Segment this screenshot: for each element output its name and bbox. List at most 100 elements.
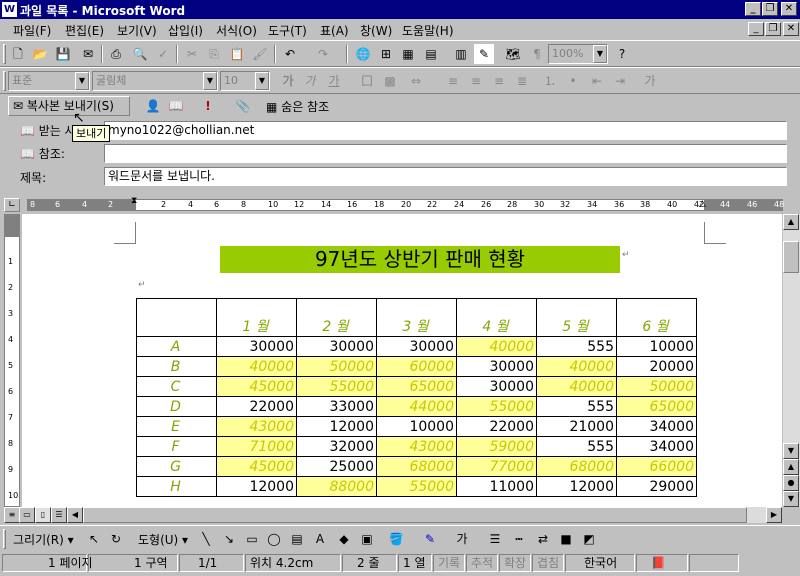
spelling-icon[interactable]: ✓ <box>153 44 173 64</box>
table-header-cell[interactable]: 1 월 <box>216 298 297 337</box>
table-cell[interactable]: 71000 <box>216 436 297 457</box>
table-header-cell[interactable] <box>136 298 217 337</box>
scroll-left-button[interactable]: ◀ <box>67 507 83 523</box>
table-cell[interactable]: 45000 <box>216 456 297 477</box>
table-header-cell[interactable]: 2 월 <box>296 298 377 337</box>
table-cell[interactable]: 45000 <box>216 376 297 397</box>
char-shading-icon[interactable]: ▩ <box>380 71 400 91</box>
draw-menu[interactable]: 그리기(R) ▾ <box>13 531 74 548</box>
minimize-button[interactable]: _ <box>745 2 761 16</box>
cut-icon[interactable]: ✂ <box>182 44 202 64</box>
toolbar-grip[interactable] <box>3 44 6 64</box>
table-cell[interactable]: 555 <box>536 396 617 417</box>
row-label-cell[interactable]: B <box>136 356 217 377</box>
arrow-icon[interactable]: ↘ <box>219 529 239 549</box>
row-label-cell[interactable]: E <box>136 416 217 437</box>
italic-icon[interactable]: 가 <box>300 71 320 91</box>
table-cell[interactable]: 25000 <box>296 456 377 477</box>
columns-icon[interactable]: ▥ <box>451 44 471 64</box>
bullets-icon[interactable]: • <box>563 71 583 91</box>
table-cell[interactable]: 68000 <box>536 456 617 477</box>
subject-field[interactable]: 워드문서를 보냅니다. <box>104 167 787 186</box>
fill-color-icon[interactable]: 🪣 <box>386 529 406 549</box>
scroll-thumb[interactable] <box>783 241 799 273</box>
table-cell[interactable]: 12000 <box>216 476 297 497</box>
table-cell[interactable]: 40000 <box>216 356 297 377</box>
table-cell[interactable]: 50000 <box>296 356 377 377</box>
table-cell[interactable]: 34000 <box>616 436 697 457</box>
table-cell[interactable]: 30000 <box>296 336 377 357</box>
word-app-icon[interactable]: W <box>2 2 17 17</box>
table-cell[interactable]: 68000 <box>376 456 457 477</box>
table-cell[interactable]: 30000 <box>456 376 537 397</box>
table-cell[interactable]: 10000 <box>616 336 697 357</box>
address-book-icon[interactable]: 📖 <box>20 147 35 161</box>
table-cell[interactable]: 55000 <box>376 476 457 497</box>
line-color-icon[interactable]: ✎ <box>420 529 440 549</box>
char-border-icon[interactable]: 囗 <box>357 71 377 91</box>
shadow-icon[interactable]: ■ <box>556 529 576 549</box>
email-icon[interactable]: ✉ <box>78 44 98 64</box>
table-header-cell[interactable]: 5 월 <box>536 298 617 337</box>
scroll-down-button[interactable]: ▼ <box>783 443 799 459</box>
table-cell[interactable]: 65000 <box>616 396 697 417</box>
status-rec[interactable]: 기록 <box>433 554 465 572</box>
table-cell[interactable]: 21000 <box>536 416 617 437</box>
table-cell[interactable]: 12000 <box>536 476 617 497</box>
table-cell[interactable]: 66000 <box>616 456 697 477</box>
scroll-right-button[interactable]: ▶ <box>766 507 782 523</box>
font-color-draw-icon[interactable]: 가 <box>452 529 472 549</box>
menu-edit[interactable]: 편집(E) <box>65 22 104 39</box>
row-label-cell[interactable]: D <box>136 396 217 417</box>
table-cell[interactable]: 11000 <box>456 476 537 497</box>
table-cell[interactable]: 55000 <box>296 376 377 397</box>
table-cell[interactable]: 22000 <box>456 416 537 437</box>
document-map-icon[interactable]: 🗺 <box>503 44 523 64</box>
table-cell[interactable]: 555 <box>536 436 617 457</box>
print-icon[interactable]: ⎙ <box>106 44 126 64</box>
doc-minimize-button[interactable]: _ <box>748 22 764 36</box>
toolbar-grip[interactable] <box>3 529 6 549</box>
line-icon[interactable]: ╲ <box>196 529 216 549</box>
drawing-icon[interactable]: ✎ <box>474 44 494 64</box>
status-ovr[interactable]: 겹침 <box>532 554 564 572</box>
show-hide-icon[interactable]: ¶ <box>527 44 547 64</box>
hscroll-thumb[interactable] <box>83 507 747 523</box>
format-painter-icon[interactable]: 🖌 <box>250 44 270 64</box>
row-label-cell[interactable]: A <box>136 336 217 357</box>
table-cell[interactable]: 34000 <box>616 416 697 437</box>
insert-excel-icon[interactable]: ▤ <box>421 44 441 64</box>
table-cell[interactable]: 555 <box>536 336 617 357</box>
justify-icon[interactable]: ≣ <box>512 71 532 91</box>
cc-field[interactable] <box>104 144 787 163</box>
print-preview-icon[interactable]: 🔍 <box>130 44 150 64</box>
row-label-cell[interactable]: C <box>136 376 217 397</box>
table-header-cell[interactable]: 4 월 <box>456 298 537 337</box>
free-rotate-icon[interactable]: ↻ <box>106 529 126 549</box>
send-copy-button[interactable]: ✉ 복사본 보내기(S) <box>8 96 130 116</box>
increase-indent-icon[interactable]: ⇥ <box>610 71 630 91</box>
indent-marker[interactable]: ⧗ <box>131 196 137 206</box>
copy-icon[interactable]: ⎘ <box>204 44 224 64</box>
toolbar-grip[interactable] <box>3 71 6 91</box>
align-center-icon[interactable]: ≡ <box>466 71 486 91</box>
tables-borders-icon[interactable]: ⊞ <box>376 44 396 64</box>
attach-icon[interactable]: 📎 <box>233 96 253 116</box>
table-cell[interactable]: 60000 <box>376 356 457 377</box>
document-canvas[interactable]: 97년도 상반기 판매 현황 ↵ ↵ 1 월2 월3 월4 월5 월6 월 A 30… <box>22 214 782 507</box>
redo-icon[interactable]: ↷ <box>313 44 333 64</box>
ruler-scale[interactable]: 8 6 4 2 2 4 6 8 10 12 14 16 18 20 22 24 26 28 30 32 34 36 38 40… <box>27 199 784 211</box>
decrease-indent-icon[interactable]: ⇤ <box>587 71 607 91</box>
table-header-cell[interactable]: 6 월 <box>616 298 697 337</box>
menu-table[interactable]: 표(A) <box>320 22 349 39</box>
table-cell[interactable]: 10000 <box>376 416 457 437</box>
status-ext[interactable]: 확장 <box>499 554 531 572</box>
web-layout-button[interactable]: ▭ <box>19 507 35 523</box>
prev-page-button[interactable]: ▲ <box>783 459 799 475</box>
insert-table-icon[interactable]: ▦ <box>398 44 418 64</box>
address-book-icon[interactable]: 📖 <box>20 124 35 138</box>
picture-icon[interactable]: ▣ <box>357 529 377 549</box>
underline-icon[interactable]: 가 <box>324 71 344 91</box>
autoshapes-menu[interactable]: 도형(U) ▾ <box>138 531 188 548</box>
close-button[interactable]: ✕ <box>781 2 797 16</box>
